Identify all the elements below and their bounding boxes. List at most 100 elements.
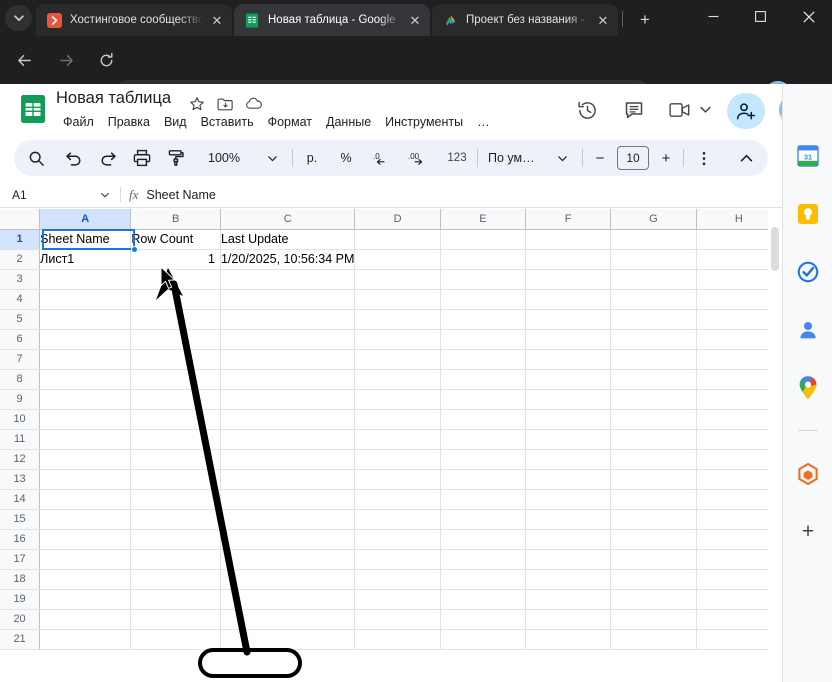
cell-c7[interactable] — [220, 349, 356, 370]
cell-c18[interactable] — [220, 569, 356, 590]
cell-g7[interactable] — [610, 349, 697, 370]
cell-b14[interactable] — [130, 489, 221, 510]
cell-e4[interactable] — [440, 289, 527, 310]
select-all-corner[interactable] — [0, 209, 41, 230]
cell-f9[interactable] — [525, 389, 612, 410]
google-tasks-icon[interactable] — [796, 260, 820, 284]
cell-b9[interactable] — [130, 389, 221, 410]
row-header-2[interactable]: 2 — [0, 249, 41, 270]
cell-d17[interactable] — [354, 549, 441, 570]
cell-g20[interactable] — [610, 609, 697, 630]
cell-c8[interactable] — [220, 369, 356, 390]
cell-b3[interactable] — [130, 269, 221, 290]
cell-a4[interactable] — [39, 289, 132, 310]
cell-e9[interactable] — [440, 389, 527, 410]
cell-e2[interactable] — [440, 249, 527, 270]
browser-tab-1-close-icon[interactable]: ✕ — [208, 11, 226, 29]
cell-c14[interactable] — [220, 489, 356, 510]
cell-f11[interactable] — [525, 429, 612, 450]
cell-c3[interactable] — [220, 269, 356, 290]
cell-d18[interactable] — [354, 569, 441, 590]
cell-d15[interactable] — [354, 509, 441, 530]
row-header-17[interactable]: 17 — [0, 549, 41, 570]
cell-d20[interactable] — [354, 609, 441, 630]
cell-g14[interactable] — [610, 489, 697, 510]
cell-d21[interactable] — [354, 629, 441, 650]
new-tab-button[interactable]: + — [632, 7, 658, 33]
print-icon[interactable] — [128, 144, 156, 172]
decrease-decimal-button[interactable]: .0 — [367, 144, 397, 172]
cell-d11[interactable] — [354, 429, 441, 450]
redo-icon[interactable] — [94, 144, 122, 172]
cell-b11[interactable] — [130, 429, 221, 450]
cell-b20[interactable] — [130, 609, 221, 630]
cell-c16[interactable] — [220, 529, 356, 550]
row-header-21[interactable]: 21 — [0, 629, 41, 650]
cell-f10[interactable] — [525, 409, 612, 430]
cell-e11[interactable] — [440, 429, 527, 450]
cell-g17[interactable] — [610, 549, 697, 570]
row-header-8[interactable]: 8 — [0, 369, 41, 390]
cell-g16[interactable] — [610, 529, 697, 550]
cell-f4[interactable] — [525, 289, 612, 310]
cell-b15[interactable] — [130, 509, 221, 530]
comment-icon[interactable] — [617, 93, 651, 127]
row-header-9[interactable]: 9 — [0, 389, 41, 410]
cell-c5[interactable] — [220, 309, 356, 330]
star-icon[interactable] — [186, 94, 208, 114]
cell-c6[interactable] — [220, 329, 356, 350]
cell-d8[interactable] — [354, 369, 441, 390]
menu-data[interactable]: Данные — [319, 113, 378, 131]
row-header-4[interactable]: 4 — [0, 289, 41, 310]
cell-g1[interactable] — [610, 229, 697, 250]
undo-icon[interactable] — [60, 144, 88, 172]
cell-g8[interactable] — [610, 369, 697, 390]
cell-a6[interactable] — [39, 329, 132, 350]
cell-c12[interactable] — [220, 449, 356, 470]
window-minimize-button[interactable] — [690, 0, 736, 33]
cell-g3[interactable] — [610, 269, 697, 290]
name-box[interactable]: A1 — [0, 183, 96, 207]
google-maps-icon[interactable] — [796, 376, 820, 400]
cell-d16[interactable] — [354, 529, 441, 550]
font-dropdown-arrow-icon[interactable] — [548, 150, 576, 166]
zoom-level[interactable]: 100% — [202, 144, 258, 172]
cell-a3[interactable] — [39, 269, 132, 290]
cell-b5[interactable] — [130, 309, 221, 330]
column-header-e[interactable]: E — [440, 209, 527, 230]
cell-a13[interactable] — [39, 469, 132, 490]
cell-e14[interactable] — [440, 489, 527, 510]
forward-button[interactable] — [52, 46, 80, 74]
cell-d14[interactable] — [354, 489, 441, 510]
meet-camera-icon[interactable] — [663, 93, 697, 127]
window-maximize-button[interactable] — [737, 0, 783, 33]
cell-g18[interactable] — [610, 569, 697, 590]
cell-f20[interactable] — [525, 609, 612, 630]
cell-a12[interactable] — [39, 449, 132, 470]
cell-d2[interactable] — [354, 249, 441, 270]
cell-f1[interactable] — [525, 229, 612, 250]
cell-a15[interactable] — [39, 509, 132, 530]
cell-b21[interactable] — [130, 629, 221, 650]
cell-d5[interactable] — [354, 309, 441, 330]
row-header-16[interactable]: 16 — [0, 529, 41, 550]
cell-c1[interactable]: Last Update — [220, 229, 356, 250]
column-header-g[interactable]: G — [610, 209, 697, 230]
add-app-button[interactable]: + — [796, 520, 820, 544]
cell-c10[interactable] — [220, 409, 356, 430]
cell-g4[interactable] — [610, 289, 697, 310]
font-size-input[interactable]: 10 — [617, 146, 649, 170]
menu-view[interactable]: Вид — [157, 113, 194, 131]
row-header-6[interactable]: 6 — [0, 329, 41, 350]
cell-d6[interactable] — [354, 329, 441, 350]
cell-b12[interactable] — [130, 449, 221, 470]
cell-b2[interactable]: 1 — [130, 249, 221, 270]
cell-c9[interactable] — [220, 389, 356, 410]
cell-e19[interactable] — [440, 589, 527, 610]
cell-g6[interactable] — [610, 329, 697, 350]
name-box-chevron-down-icon[interactable] — [96, 190, 114, 200]
font-size-increase-button[interactable]: + — [655, 144, 677, 172]
cell-b6[interactable] — [130, 329, 221, 350]
row-header-1[interactable]: 1 — [0, 229, 41, 250]
cell-g21[interactable] — [610, 629, 697, 650]
